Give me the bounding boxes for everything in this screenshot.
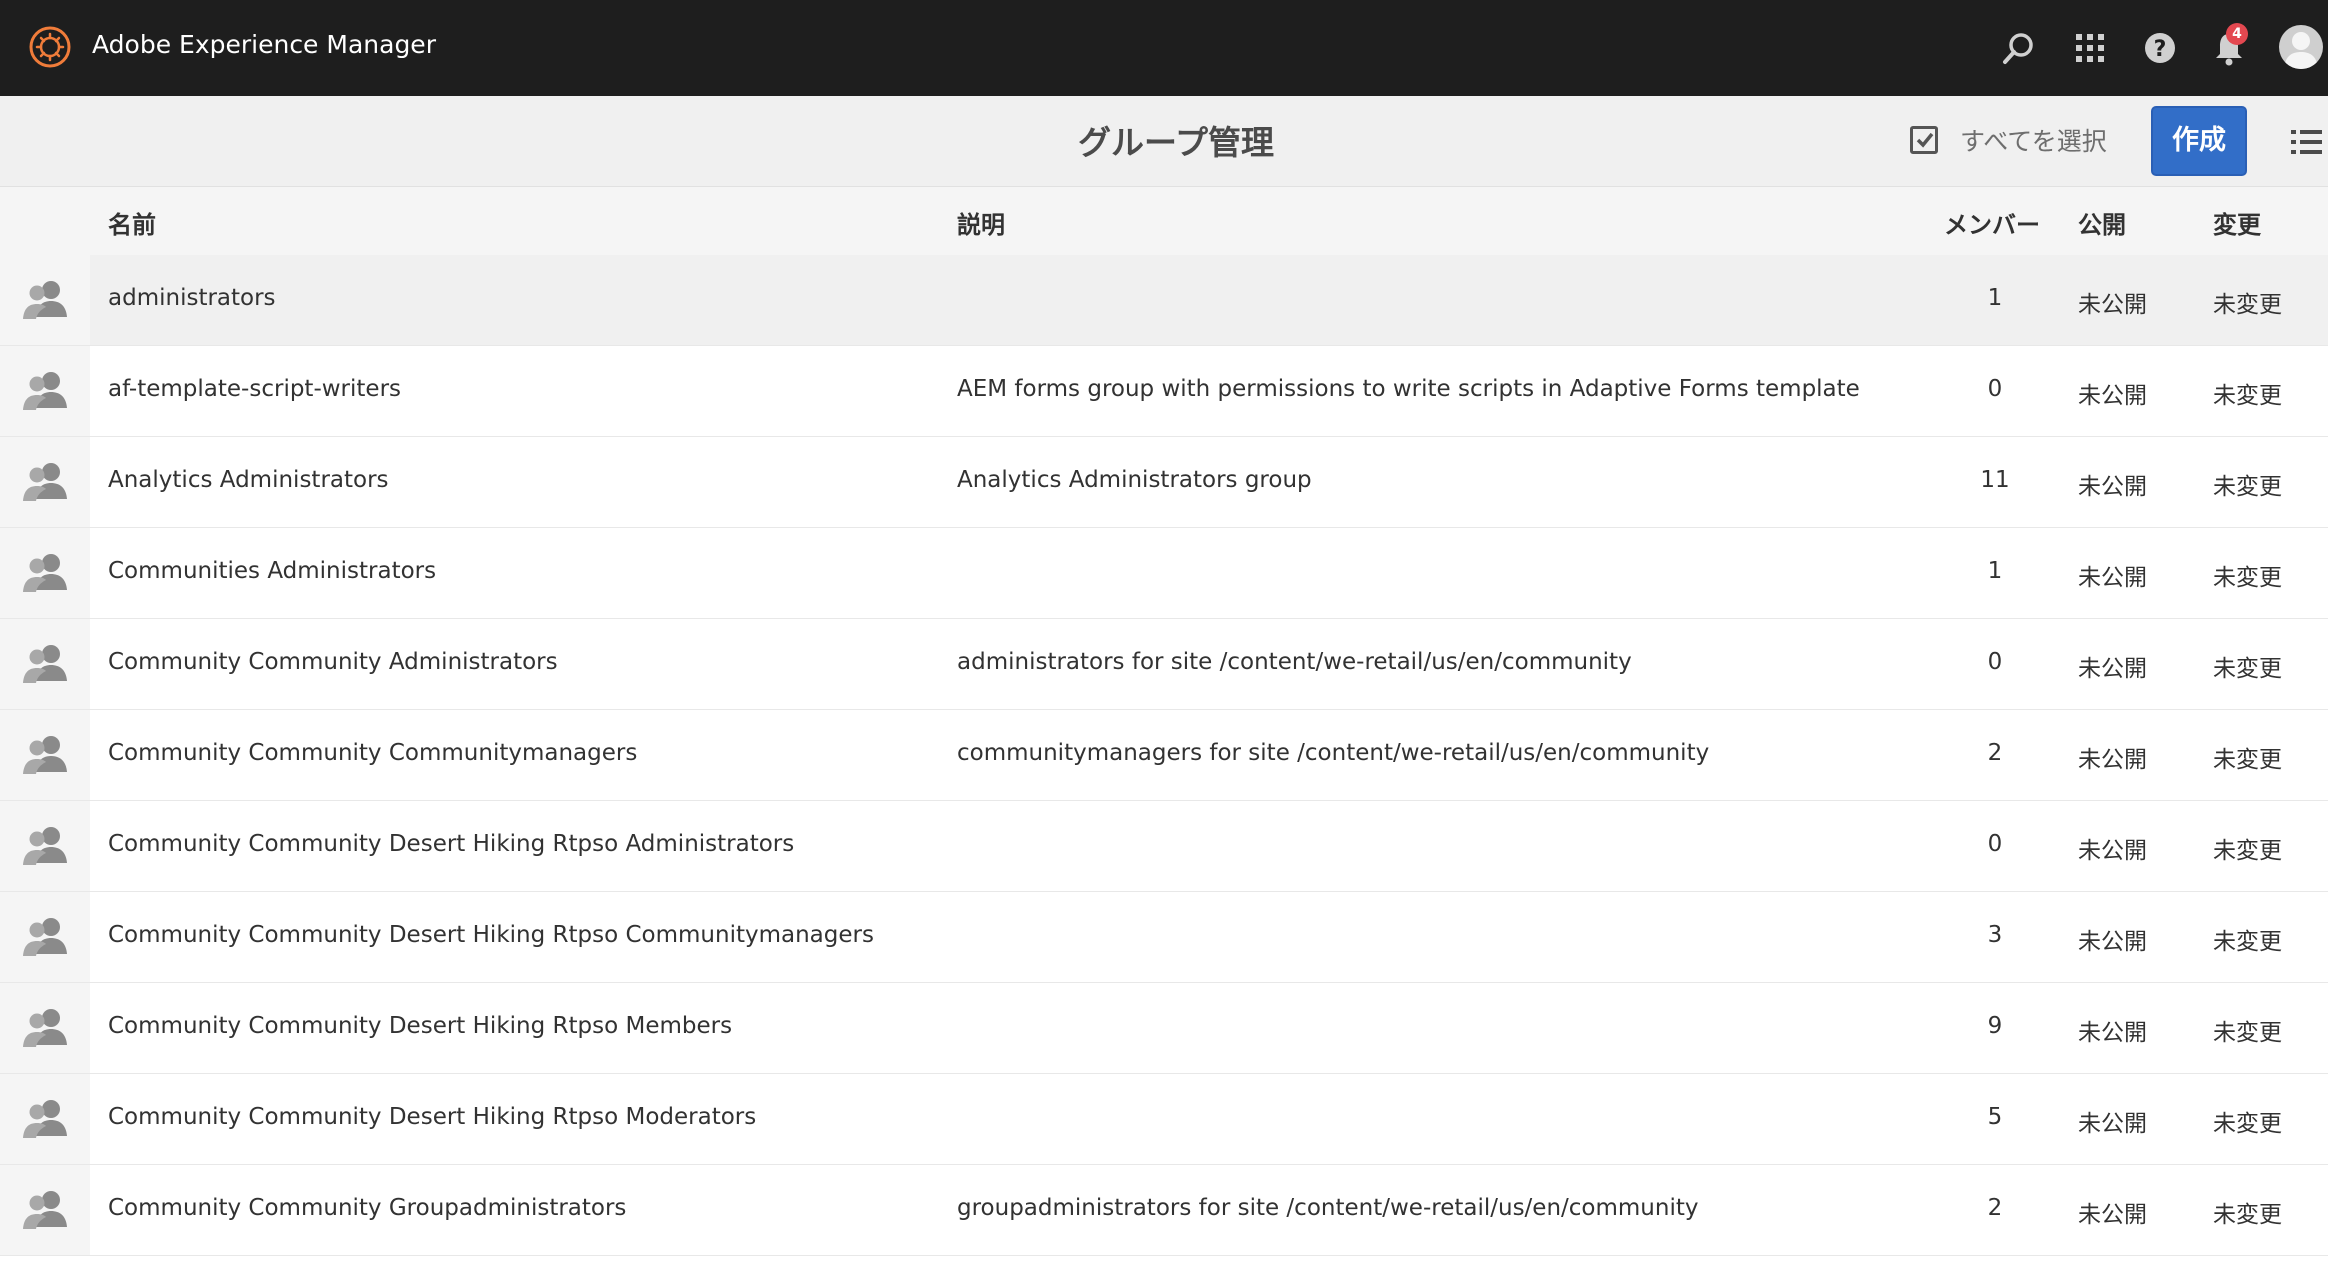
app-title[interactable]: Adobe Experience Manager [92, 30, 436, 59]
group-published-status: 未公開 [2078, 929, 2147, 955]
group-description: AEM forms group with permissions to writ… [957, 376, 1860, 402]
group-member-count: 0 [1987, 649, 2003, 675]
group-name: Community Community Administrators [108, 649, 558, 675]
group-member-count: 0 [1987, 376, 2003, 402]
column-header-modified[interactable]: 変更 [2213, 205, 2261, 240]
group-member-count: 2 [1987, 1195, 2003, 1221]
group-published-status: 未公開 [2078, 838, 2147, 864]
column-header-name[interactable]: 名前 [108, 205, 156, 240]
table-row[interactable]: Communities Administrators 1 未公開 未変更 [0, 528, 2328, 619]
group-name: Community Community Desert Hiking Rtpso … [108, 1104, 757, 1130]
group-member-count: 0 [1987, 831, 2003, 857]
group-icon-cell[interactable] [0, 983, 90, 1073]
group-modified-status: 未変更 [2213, 1202, 2282, 1228]
group-icon-cell[interactable] [0, 255, 90, 345]
notification-badge: 4 [2226, 23, 2248, 45]
search-icon[interactable] [2001, 30, 2037, 66]
group-modified-status: 未変更 [2213, 838, 2282, 864]
group-modified-status: 未変更 [2213, 656, 2282, 682]
group-name: Community Community Desert Hiking Rtpso … [108, 1013, 733, 1039]
group-icon-cell[interactable] [0, 710, 90, 800]
group-name: af-template-script-writers [108, 376, 402, 402]
group-icon-cell[interactable] [0, 528, 90, 618]
group-icon-cell[interactable] [0, 346, 90, 436]
select-all-button[interactable]: すべてを選択 [1910, 120, 2107, 160]
group-name: administrators [108, 285, 276, 311]
group-description: administrators for site /content/we-reta… [957, 649, 1632, 675]
group-member-count: 3 [1987, 922, 2003, 948]
group-modified-status: 未変更 [2213, 565, 2282, 591]
group-modified-status: 未変更 [2213, 929, 2282, 955]
list-view-icon[interactable] [2290, 126, 2322, 158]
group-modified-status: 未変更 [2213, 383, 2282, 409]
column-header-published[interactable]: 公開 [2078, 205, 2126, 240]
group-name: Community Community Desert Hiking Rtpso … [108, 922, 874, 948]
user-avatar[interactable] [2279, 25, 2323, 69]
group-published-status: 未公開 [2078, 747, 2147, 773]
group-member-count: 1 [1987, 558, 2003, 584]
table-body: administrators 1 未公開 未変更 af-template-script-… [0, 255, 2328, 1256]
group-published-status: 未公開 [2078, 656, 2147, 682]
group-icon-cell[interactable] [0, 619, 90, 709]
group-icon-cell[interactable] [0, 892, 90, 982]
group-icon-cell[interactable] [0, 437, 90, 527]
group-icon-cell[interactable] [0, 1074, 90, 1164]
group-name: Communities Administrators [108, 558, 437, 584]
group-modified-status: 未変更 [2213, 474, 2282, 500]
groups-table: 名前 説明 メンバー 公開 変更 administrators 1 未公開 未変更 af… [0, 187, 2328, 1256]
table-row[interactable]: Community Community Desert Hiking Rtpso … [0, 801, 2328, 892]
group-published-status: 未公開 [2078, 1020, 2147, 1046]
table-row[interactable]: administrators 1 未公開 未変更 [0, 255, 2328, 346]
select-all-label: すべてを選択 [1960, 127, 2107, 156]
help-icon[interactable]: ? [2142, 30, 2178, 66]
group-description: communitymanagers for site /content/we-r… [957, 740, 1710, 766]
create-button[interactable]: 作成 [2151, 106, 2247, 176]
group-published-status: 未公開 [2078, 1202, 2147, 1228]
svg-text:?: ? [2154, 37, 2167, 62]
group-icon-cell[interactable] [0, 801, 90, 891]
table-row[interactable]: Community Community Communitymanagers com… [0, 710, 2328, 801]
group-modified-status: 未変更 [2213, 1020, 2282, 1046]
group-published-status: 未公開 [2078, 1111, 2147, 1137]
table-row[interactable]: Community Community Desert Hiking Rtpso … [0, 983, 2328, 1074]
table-header: 名前 説明 メンバー 公開 変更 [0, 187, 2328, 255]
group-published-status: 未公開 [2078, 383, 2147, 409]
group-member-count: 9 [1987, 1013, 2003, 1039]
apps-grid-icon[interactable] [2072, 30, 2108, 66]
adobe-experience-manager-logo[interactable] [28, 25, 72, 69]
table-row[interactable]: Analytics Administrators Analytics Admini… [0, 437, 2328, 528]
group-name: Community Community Communitymanagers [108, 740, 638, 766]
group-name: Analytics Administrators [108, 467, 389, 493]
group-icon-cell[interactable] [0, 1165, 90, 1255]
group-name: Community Community Desert Hiking Rtpso … [108, 831, 795, 857]
group-published-status: 未公開 [2078, 474, 2147, 500]
column-header-members[interactable]: メンバー [1944, 205, 2040, 240]
table-row[interactable]: af-template-script-writers AEM forms grou… [0, 346, 2328, 437]
column-header-description[interactable]: 説明 [957, 205, 1005, 240]
group-description: groupadministrators for site /content/we… [957, 1195, 1699, 1221]
group-member-count: 2 [1987, 740, 2003, 766]
table-row[interactable]: Community Community Desert Hiking Rtpso … [0, 892, 2328, 983]
group-modified-status: 未変更 [2213, 292, 2282, 318]
group-member-count: 11 [1980, 467, 2010, 493]
group-member-count: 5 [1987, 1104, 2003, 1130]
select-all-checkbox[interactable] [1910, 126, 1938, 154]
group-description: Analytics Administrators group [957, 467, 1312, 493]
group-published-status: 未公開 [2078, 292, 2147, 318]
group-modified-status: 未変更 [2213, 1111, 2282, 1137]
table-row[interactable]: Community Community Administrators admini… [0, 619, 2328, 710]
table-row[interactable]: Community Community Groupadministrators g… [0, 1165, 2328, 1256]
group-member-count: 1 [1987, 285, 2003, 311]
group-name: Community Community Groupadministrators [108, 1195, 627, 1221]
group-modified-status: 未変更 [2213, 747, 2282, 773]
shell-header: Adobe Experience Manager ? 4 [0, 0, 2328, 96]
action-bar: グループ管理 すべてを選択 作成 [0, 96, 2328, 187]
table-row[interactable]: Community Community Desert Hiking Rtpso … [0, 1074, 2328, 1165]
group-published-status: 未公開 [2078, 565, 2147, 591]
